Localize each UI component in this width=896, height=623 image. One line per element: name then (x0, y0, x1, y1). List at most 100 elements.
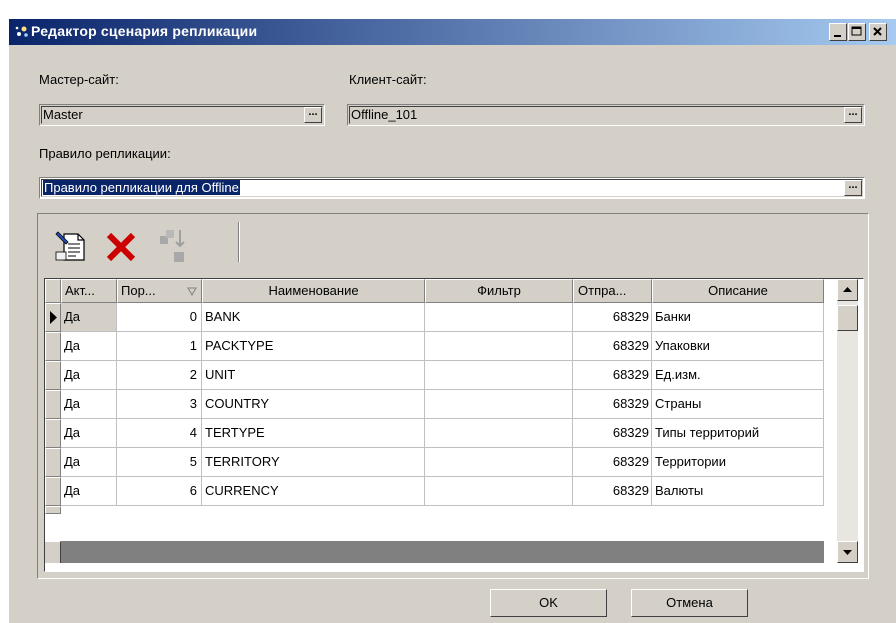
cell-active[interactable]: Да (61, 448, 117, 477)
cell-active[interactable]: Да (61, 361, 117, 390)
row-indicator[interactable] (45, 419, 61, 448)
table-row[interactable]: Да 5 TERRITORY 68329 Территории (45, 448, 824, 477)
cell-description[interactable]: Валюты (652, 477, 824, 506)
cell-name[interactable]: BANK (202, 303, 425, 332)
cell-description[interactable]: Упаковки (652, 332, 824, 361)
table-row[interactable]: Да 4 TERTYPE 68329 Типы территорий (45, 419, 824, 448)
edit-document-icon[interactable] (54, 228, 90, 264)
cell-sent[interactable]: 68329 (573, 303, 652, 332)
cell-name[interactable]: PACKTYPE (202, 332, 425, 361)
cell-description[interactable]: Ед.изм. (652, 361, 824, 390)
cell-order[interactable]: 0 (117, 303, 202, 332)
ellipsis-icon: ... (848, 179, 858, 191)
master-site-label: Мастер-сайт: (39, 72, 119, 87)
master-site-value: Master (43, 107, 83, 122)
cell-sent[interactable]: 68329 (573, 448, 652, 477)
cell-filter[interactable] (425, 332, 573, 361)
vertical-scrollbar[interactable] (837, 279, 858, 563)
cell-sent[interactable]: 68329 (573, 390, 652, 419)
cell-name[interactable]: COUNTRY (202, 390, 425, 419)
cell-sent[interactable]: 68329 (573, 361, 652, 390)
ellipsis-icon: ... (848, 106, 858, 118)
cell-filter[interactable] (425, 390, 573, 419)
close-button[interactable] (869, 23, 887, 41)
row-indicator[interactable] (45, 303, 61, 332)
cell-sent[interactable]: 68329 (573, 477, 652, 506)
cell-order[interactable]: 3 (117, 390, 202, 419)
client-site-label: Клиент-сайт: (349, 72, 427, 87)
cell-active[interactable]: Да (61, 477, 117, 506)
cell-name[interactable]: TERTYPE (202, 419, 425, 448)
cell-name[interactable]: CURRENCY (202, 477, 425, 506)
scroll-thumb[interactable] (837, 305, 858, 331)
maximize-button[interactable] (848, 23, 866, 41)
delete-icon[interactable] (104, 230, 138, 264)
cell-active[interactable]: Да (61, 419, 117, 448)
empty-row (45, 506, 824, 514)
cell-description[interactable]: Страны (652, 390, 824, 419)
table-row[interactable]: Да 0 BANK 68329 Банки (45, 303, 824, 332)
replication-rule-field[interactable]: Правило репликации для Offline ... (39, 177, 865, 199)
table-row[interactable]: Да 6 CURRENCY 68329 Валюты (45, 477, 824, 506)
client-site-field[interactable]: Offline_101 ... (347, 104, 865, 126)
rules-grid[interactable]: Акт... Пор... Наименование Фильтр Отпра.… (44, 278, 864, 572)
ok-button[interactable]: OK (490, 589, 607, 617)
cell-description[interactable]: Территории (652, 448, 824, 477)
current-row-arrow-icon (50, 311, 57, 324)
column-header-active[interactable]: Акт... (61, 279, 117, 303)
arrow-down-icon (843, 550, 852, 555)
cell-sent[interactable]: 68329 (573, 332, 652, 361)
cell-order[interactable]: 2 (117, 361, 202, 390)
maximize-icon (851, 26, 862, 36)
move-down-icon (160, 230, 185, 262)
table-row[interactable]: Да 1 PACKTYPE 68329 Упаковки (45, 332, 824, 361)
master-site-browse-button[interactable]: ... (304, 107, 322, 123)
toolbar (40, 216, 240, 268)
column-header-name[interactable]: Наименование (202, 279, 425, 303)
window-title: Редактор сценария репликации (31, 23, 258, 39)
arrow-up-icon (843, 287, 852, 292)
rules-panel: Акт... Пор... Наименование Фильтр Отпра.… (37, 213, 869, 579)
toolbar-separator (238, 222, 240, 262)
row-indicator[interactable] (45, 390, 61, 419)
scroll-down-button[interactable] (837, 541, 858, 563)
column-header-description[interactable]: Описание (652, 279, 824, 303)
row-indicator[interactable] (45, 448, 61, 477)
row-indicator[interactable] (45, 477, 61, 506)
cell-sent[interactable]: 68329 (573, 419, 652, 448)
ellipsis-icon: ... (308, 106, 318, 118)
column-header-sent[interactable]: Отпра... (573, 279, 652, 303)
cell-active[interactable]: Да (61, 332, 117, 361)
cell-active[interactable]: Да (61, 390, 117, 419)
cancel-button[interactable]: Отмена (631, 589, 748, 617)
table-row[interactable]: Да 2 UNIT 68329 Ед.изм. (45, 361, 824, 390)
cell-order[interactable]: 6 (117, 477, 202, 506)
cell-order[interactable]: 1 (117, 332, 202, 361)
cell-filter[interactable] (425, 303, 573, 332)
minimize-button[interactable] (829, 23, 847, 41)
row-indicator[interactable] (45, 361, 61, 390)
row-indicator[interactable] (45, 332, 61, 361)
grid-footer-band (45, 541, 824, 563)
cell-name[interactable]: TERRITORY (202, 448, 425, 477)
client-site-browse-button[interactable]: ... (844, 107, 862, 123)
master-site-field[interactable]: Master ... (39, 104, 325, 126)
cell-order[interactable]: 5 (117, 448, 202, 477)
cell-filter[interactable] (425, 419, 573, 448)
table-row[interactable]: Да 3 COUNTRY 68329 Страны (45, 390, 824, 419)
cell-name[interactable]: UNIT (202, 361, 425, 390)
minimize-icon (834, 35, 841, 37)
cell-filter[interactable] (425, 448, 573, 477)
cell-description[interactable]: Типы территорий (652, 419, 824, 448)
replication-rule-browse-button[interactable]: ... (844, 180, 862, 196)
cell-filter[interactable] (425, 477, 573, 506)
cell-description[interactable]: Банки (652, 303, 824, 332)
cell-active[interactable]: Да (61, 303, 117, 332)
cell-order[interactable]: 4 (117, 419, 202, 448)
scroll-up-button[interactable] (837, 279, 858, 301)
cell-filter[interactable] (425, 361, 573, 390)
column-header-order[interactable]: Пор... (117, 279, 202, 303)
replication-rule-value: Правило репликации для Offline (43, 180, 240, 195)
title-bar[interactable]: Редактор сценария репликации (9, 19, 896, 45)
column-header-filter[interactable]: Фильтр (425, 279, 573, 303)
